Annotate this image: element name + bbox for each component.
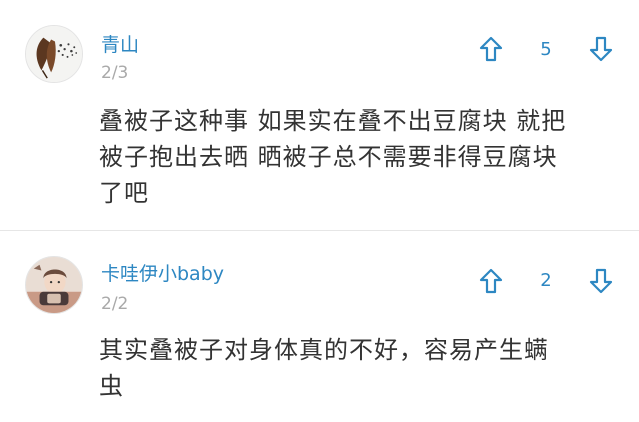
comment-date: 2/3 <box>101 63 129 83</box>
avatar[interactable] <box>25 256 83 314</box>
username[interactable]: 卡哇伊小baby <box>101 259 224 286</box>
username[interactable]: 青山 <box>101 30 139 57</box>
arrow-up-icon <box>479 268 503 294</box>
comment-item: 青山 2/3 5 叠被子这种事 如果实在叠不出豆腐块 就把 被子抱出去晒 晒被子… <box>0 0 639 230</box>
arrow-up-icon <box>479 36 503 62</box>
vote-count: 2 <box>540 270 552 291</box>
downvote-button[interactable] <box>586 34 616 64</box>
arrow-down-icon <box>589 268 613 294</box>
comment-text: 叠被子这种事 如果实在叠不出豆腐块 就把 被子抱出去晒 晒被子总不需要非得豆腐块… <box>99 107 567 207</box>
downvote-button[interactable] <box>586 266 616 296</box>
vote-count: 5 <box>540 39 552 60</box>
comment-thread: 青山 2/3 5 叠被子这种事 如果实在叠不出豆腐块 就把 被子抱出去晒 晒被子… <box>0 0 639 422</box>
upvote-button[interactable] <box>476 266 506 296</box>
upvote-button[interactable] <box>476 34 506 64</box>
comment-item: 卡哇伊小baby 2/2 2 其实叠被子对身体真的不好，容易产生螨 虫 <box>0 231 639 422</box>
leaf-feathers-icon <box>26 26 82 82</box>
avatar[interactable] <box>25 25 83 83</box>
illustrated-figure-icon <box>26 257 82 313</box>
arrow-down-icon <box>589 36 613 62</box>
comment-text: 其实叠被子对身体真的不好，容易产生螨 虫 <box>99 336 549 400</box>
comment-date: 2/2 <box>101 294 129 314</box>
